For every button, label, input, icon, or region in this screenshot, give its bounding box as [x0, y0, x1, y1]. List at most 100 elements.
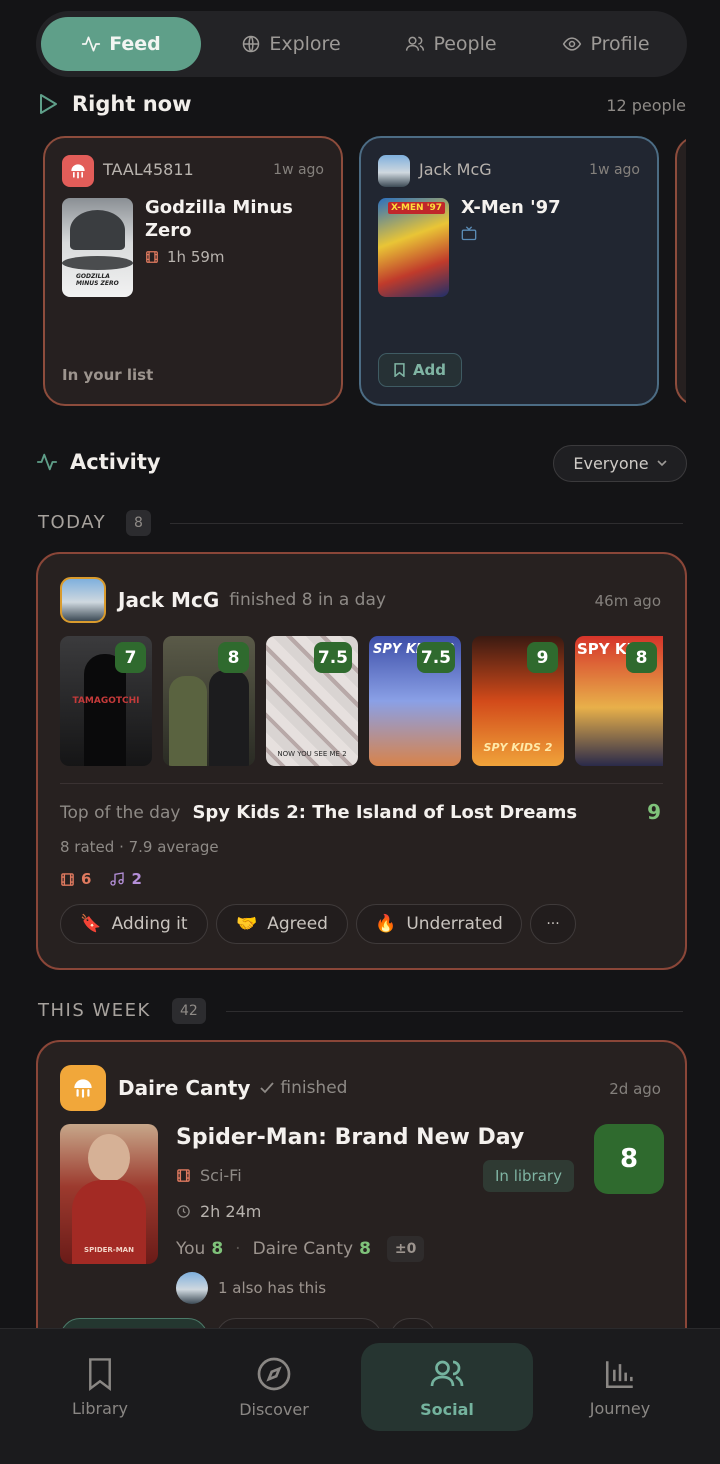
score-badge: 7.5	[313, 642, 352, 673]
filter-dropdown[interactable]: Everyone	[553, 445, 687, 482]
score-badge: 8	[626, 642, 657, 673]
timestamp: 2d ago	[609, 1080, 661, 1098]
poster[interactable]: NOW YOU SEE ME 2 7.5	[266, 636, 358, 766]
poster[interactable]: SPY KIDS 8	[575, 636, 663, 766]
reaction-label: Agreed	[267, 914, 328, 934]
nav-journey[interactable]: Journey	[534, 1343, 706, 1431]
film-icon	[146, 251, 158, 263]
runtime: 2h 24m	[176, 1202, 261, 1221]
user-name: TAAL45811	[103, 160, 194, 179]
avatar	[60, 577, 106, 623]
divider	[170, 523, 683, 524]
action-text: finished 8 in a day	[229, 590, 386, 610]
right-now-card-peek[interactable]	[675, 136, 686, 406]
week-label: THIS WEEK	[38, 1000, 151, 1021]
activity-icon	[36, 453, 58, 471]
score-badge: 7	[115, 642, 146, 673]
user-name: Jack McG	[419, 160, 492, 179]
timestamp: 46m ago	[594, 592, 661, 610]
poster[interactable]: TAMAGOTCHI 7	[60, 636, 152, 766]
music-icon	[110, 872, 125, 886]
section-title: Right now	[72, 92, 192, 116]
tab-profile[interactable]: Profile	[536, 17, 676, 71]
timestamp: 1w ago	[273, 162, 324, 178]
tab-label: People	[433, 33, 497, 55]
nav-social[interactable]: Social	[361, 1343, 533, 1431]
poster: GODZILLA MINUS ZERO	[62, 198, 133, 297]
more-reactions-button[interactable]: ···	[530, 904, 576, 944]
poster[interactable]: SPY KIDS 3 7.5	[369, 636, 461, 766]
people-icon	[430, 1360, 464, 1386]
poster[interactable]: 8	[163, 636, 255, 766]
nav-discover[interactable]: Discover	[188, 1343, 360, 1431]
poster[interactable]: SPY KIDS 2 9	[472, 636, 564, 766]
score-badge: 9	[527, 642, 558, 673]
reaction-label: Underrated	[406, 914, 503, 934]
timestamp: 1w ago	[589, 162, 640, 178]
activity-card[interactable]: Daire Canty finished 2d ago SPIDER-MAN S…	[36, 1040, 687, 1370]
bottom-nav: Library Discover Social Journey	[0, 1328, 720, 1464]
globe-icon	[243, 35, 260, 53]
you-label: You	[176, 1239, 206, 1259]
runtime-text: 2h 24m	[200, 1202, 262, 1221]
clock-icon	[177, 1205, 190, 1218]
activity-icon	[82, 36, 101, 52]
activity-header: Activity	[36, 450, 161, 474]
score-badge: 8	[218, 642, 249, 673]
genre: Sci-Fi	[176, 1166, 242, 1185]
section-title: Activity	[70, 450, 161, 474]
bookmark-icon	[89, 1357, 111, 1391]
poster-text: X-MEN '97	[388, 202, 445, 214]
poster-text: NOW YOU SEE ME 2	[277, 750, 347, 758]
tv-icon	[461, 226, 477, 241]
people-count: 12 people	[606, 96, 686, 115]
nav-label: Discover	[239, 1399, 309, 1419]
music-count: 2	[131, 870, 142, 888]
day-label: TODAY	[38, 512, 107, 533]
title: Spider-Man: Brand New Day	[176, 1125, 525, 1150]
reaction-underrated[interactable]: 🔥 Underrated	[356, 904, 522, 944]
tab-feed[interactable]: Feed	[41, 17, 201, 71]
bookmark-icon	[394, 363, 405, 377]
add-button[interactable]: Add	[378, 353, 462, 387]
activity-card[interactable]: Jack McG finished 8 in a day 46m ago TAM…	[36, 552, 687, 970]
week-count: 42	[172, 998, 206, 1024]
action-text: finished	[280, 1078, 348, 1098]
poster-text: SPIDER-MAN	[84, 1246, 134, 1254]
activity-headline: Jack McG finished 8 in a day	[118, 588, 386, 612]
title: Godzilla Minus Zero	[145, 197, 293, 241]
poster[interactable]: SPIDER-MAN	[60, 1124, 158, 1264]
other-score: 8	[359, 1239, 371, 1259]
summary: 8 rated · 7.9 average	[60, 838, 219, 856]
diff-badge: ±0	[386, 1236, 425, 1262]
bookmark-emoji-icon: 🔖	[80, 914, 102, 934]
top-label: Top of the day	[60, 802, 181, 823]
divider	[226, 1011, 683, 1012]
runtime: 1h 59m	[145, 248, 225, 266]
tab-people[interactable]: People	[376, 17, 526, 71]
user-name: Daire Canty	[118, 1076, 251, 1100]
list-status: In your list	[62, 366, 154, 384]
right-now-card[interactable]: Jack McG 1w ago X-MEN '97 X-Men '97 Add	[359, 136, 659, 406]
compass-icon	[257, 1357, 291, 1390]
nav-library[interactable]: Library	[14, 1343, 186, 1431]
chart-icon	[605, 1360, 633, 1388]
filter-value: Everyone	[573, 454, 649, 473]
also-has[interactable]: 1 also has this	[176, 1272, 326, 1304]
top-of-day: Top of the day Spy Kids 2: The Island of…	[60, 802, 577, 823]
divider	[60, 783, 663, 784]
runtime-text: 1h 59m	[167, 248, 225, 266]
add-label: Add	[412, 361, 447, 379]
tab-explore[interactable]: Explore	[216, 17, 366, 71]
right-now-card[interactable]: TAAL45811 1w ago GODZILLA MINUS ZERO God…	[43, 136, 343, 406]
eye-icon	[563, 37, 582, 51]
score-badge: 8	[594, 1124, 664, 1194]
poster-text: GODZILLA MINUS ZERO	[76, 273, 119, 287]
reaction-adding-it[interactable]: 🔖 Adding it	[60, 904, 208, 944]
score-compare: You 8 · Daire Canty 8 ±0	[176, 1236, 425, 1262]
reaction-agreed[interactable]: 🤝 Agreed	[216, 904, 348, 944]
more-icon: ···	[546, 916, 560, 932]
check-icon	[260, 1082, 275, 1094]
nav-label: Social	[420, 1399, 474, 1419]
title: X-Men '97	[461, 197, 561, 218]
